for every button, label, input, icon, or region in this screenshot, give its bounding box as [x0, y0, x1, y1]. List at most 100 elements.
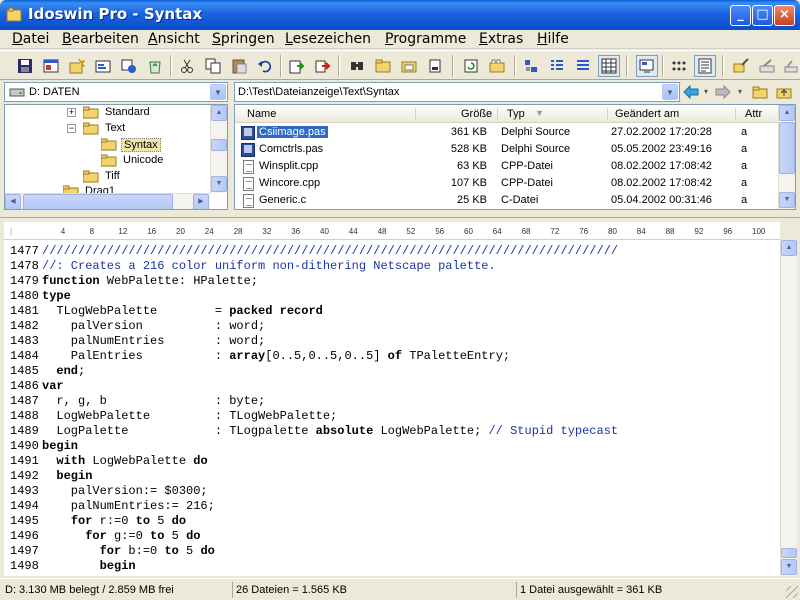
code-line[interactable]: 1478//: Creates a 216 color uniform non-…	[4, 259, 780, 274]
code-line[interactable]: 1482 palVersion : word;	[4, 319, 780, 334]
folder-icon[interactable]	[750, 81, 770, 103]
column-attr[interactable]: Attr	[745, 108, 762, 120]
resize-grip[interactable]	[786, 586, 798, 598]
new-file-icon[interactable]	[66, 55, 88, 77]
path-field[interactable]: D:\Test\Dateianzeige\Text\Syntax ▼	[234, 82, 680, 102]
properties-icon[interactable]	[92, 55, 114, 77]
find-icon[interactable]	[346, 55, 368, 77]
column-modified[interactable]: Geändert am	[615, 108, 679, 120]
preview-icon[interactable]	[636, 55, 658, 77]
details-icon[interactable]	[572, 55, 594, 77]
hex-icon[interactable]	[668, 55, 690, 77]
code-line[interactable]: 1497 for b:=0 to 5 do	[4, 544, 780, 559]
clear-icon[interactable]	[424, 55, 446, 77]
scroll-down-icon[interactable]: ▼	[781, 559, 797, 575]
app-icon[interactable]	[6, 7, 22, 23]
code-line[interactable]: 1483 palNumEntries : word;	[4, 334, 780, 349]
scroll-up-icon[interactable]: ▲	[781, 240, 797, 256]
code-line[interactable]: 1491 with LogWebPalette do	[4, 454, 780, 469]
menu-bearbeiten[interactable]: Bearbeiten	[62, 31, 139, 47]
scroll-thumb[interactable]	[781, 548, 797, 558]
menu-lesezeichen[interactable]: Lesezeichen	[285, 31, 371, 47]
save-icon[interactable]	[14, 55, 36, 77]
title-bar[interactable]: Idoswin Pro - Syntax _ □ ×	[0, 0, 800, 30]
paste-icon[interactable]	[228, 55, 250, 77]
forward-dropdown-icon[interactable]: ▾	[734, 81, 746, 103]
folder-yellow-icon[interactable]	[486, 55, 508, 77]
copy-to-icon[interactable]	[286, 55, 308, 77]
menu-extras[interactable]: Extras	[479, 31, 523, 47]
tree-horizontal-scrollbar[interactable]: ◀ ▶	[5, 193, 210, 209]
forward-icon[interactable]	[714, 81, 732, 103]
code-line[interactable]: 1495 for r:=0 to 5 do	[4, 514, 780, 529]
cut-icon[interactable]	[176, 55, 198, 77]
text-view-icon[interactable]	[694, 55, 716, 77]
collapse-icon[interactable]: −	[67, 124, 76, 133]
code-line[interactable]: 1498 begin	[4, 559, 780, 574]
maximize-button[interactable]: □	[752, 5, 773, 26]
scroll-thumb[interactable]	[23, 194, 173, 209]
minimize-button[interactable]: _	[730, 5, 751, 26]
scroll-down-icon[interactable]: ▼	[211, 176, 227, 192]
code-line[interactable]: 1479 function WebPalette: HPalette;	[4, 274, 780, 289]
folder-up-icon[interactable]	[774, 81, 794, 103]
drive-select[interactable]: D: DATEN ▼	[4, 82, 228, 102]
file-row[interactable]: Generic.c 25 KB C-Datei 05.04.2002 00:31…	[235, 192, 780, 209]
column-divider[interactable]	[735, 108, 736, 120]
code-line[interactable]: 1489 LogPalette : TLogpalette absolute L…	[4, 424, 780, 439]
scroll-thumb[interactable]	[779, 122, 795, 174]
scroll-up-icon[interactable]: ▲	[779, 105, 795, 121]
column-size[interactable]: Größe	[461, 108, 492, 120]
undo-icon[interactable]	[254, 55, 276, 77]
settings-icon[interactable]	[756, 55, 778, 77]
text-viewer[interactable]: 1477////////////////////////////////////…	[4, 240, 780, 576]
tree-vertical-scrollbar[interactable]: ▲ ▼	[210, 105, 227, 193]
column-type[interactable]: Typ	[507, 108, 525, 120]
code-line[interactable]: 1485 end;	[4, 364, 780, 379]
file-row[interactable]: Winsplit.cpp 63 KB CPP-Datei 08.02.2002 …	[235, 158, 780, 175]
refresh-icon[interactable]	[460, 55, 482, 77]
code-line[interactable]: 1488 LogWebPalette : TLogWebPalette;	[4, 409, 780, 424]
menu-programme[interactable]: Programme	[385, 31, 466, 47]
file-list-scrollbar[interactable]: ▲ ▼	[778, 105, 795, 209]
file-row[interactable]: Csiimage.pas 361 KB Delphi Source 27.02.…	[235, 124, 780, 141]
menu-ansicht[interactable]: Ansicht	[148, 31, 200, 47]
menu-springen[interactable]: Springen	[212, 31, 275, 47]
column-divider[interactable]	[497, 108, 498, 120]
pane-splitter[interactable]	[0, 212, 800, 218]
file-row[interactable]: Comctrls.pas 528 KB Delphi Source 05.05.…	[235, 141, 780, 158]
extra-icon[interactable]	[780, 55, 800, 77]
scroll-right-icon[interactable]: ▶	[193, 194, 209, 209]
scroll-left-icon[interactable]: ◀	[5, 194, 21, 209]
code-line[interactable]: 1477////////////////////////////////////…	[4, 244, 780, 259]
column-name[interactable]: Name	[247, 108, 276, 120]
grid-icon[interactable]	[598, 55, 620, 77]
code-line[interactable]: 1480 type	[4, 289, 780, 304]
code-line[interactable]: 1484 PalEntries : array[0..5,0..5,0..5] …	[4, 349, 780, 364]
code-line[interactable]: 1490 begin	[4, 439, 780, 454]
code-line[interactable]: 1494 palNumEntries:= 216;	[4, 499, 780, 514]
recycle-icon[interactable]	[144, 55, 166, 77]
column-divider[interactable]	[415, 108, 416, 120]
code-line[interactable]: 1493 palVersion:= $0300;	[4, 484, 780, 499]
code-line[interactable]: 1481 TLogWebPalette = packed record	[4, 304, 780, 319]
rename-icon[interactable]	[118, 55, 140, 77]
column-divider[interactable]	[607, 108, 608, 120]
folder-open-icon[interactable]	[398, 55, 420, 77]
back-dropdown-icon[interactable]: ▾	[700, 81, 712, 103]
list-icon[interactable]	[546, 55, 568, 77]
scroll-up-icon[interactable]: ▲	[211, 105, 227, 121]
folder-tree[interactable]: + Standard − Text Syntax Unicode Tiff Dr…	[4, 104, 228, 210]
tools-icon[interactable]	[730, 55, 752, 77]
new-window-icon[interactable]	[40, 55, 62, 77]
back-icon[interactable]	[682, 81, 700, 103]
chevron-down-icon[interactable]: ▼	[662, 84, 678, 100]
code-line[interactable]: 1486 var	[4, 379, 780, 394]
code-line[interactable]: 1492 begin	[4, 469, 780, 484]
chevron-down-icon[interactable]: ▼	[210, 84, 226, 100]
menu-hilfe[interactable]: Hilfe	[537, 31, 569, 47]
viewer-scrollbar[interactable]: ▲ ▼	[780, 240, 797, 576]
file-row[interactable]: Wincore.cpp 107 KB CPP-Datei 08.02.2002 …	[235, 175, 780, 192]
move-to-icon[interactable]	[312, 55, 334, 77]
close-button[interactable]: ×	[774, 5, 795, 26]
